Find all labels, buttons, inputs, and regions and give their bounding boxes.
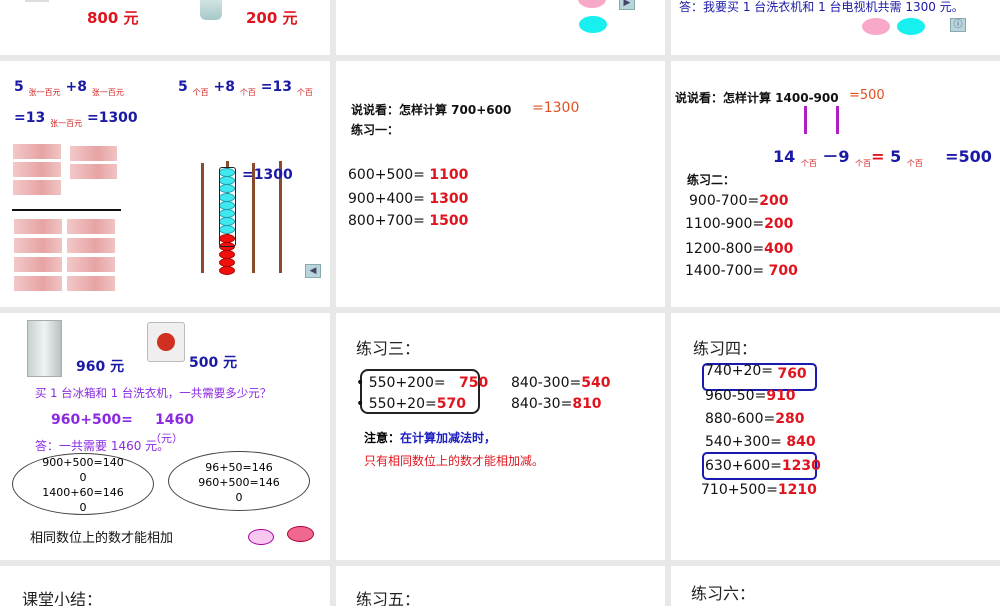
slide-4[interactable]: 5 张一百元 +8 张一百元 =13 张一百元 =1300 5 个百 +8 个百… <box>0 61 330 307</box>
hundreds-equation: 5 个百 +8 个百 =13 个百 <box>178 79 313 97</box>
hundreds-calc: 14 个百 －9 个百= 5 个百 =500 <box>773 147 992 168</box>
slide-title: 练习六： <box>691 584 756 603</box>
light-pink-dot[interactable] <box>248 529 274 545</box>
exercise-item: 960-50=910 <box>705 388 796 404</box>
info-button[interactable]: ⓘ <box>950 18 966 32</box>
fridge-image <box>27 320 62 377</box>
prompt-text: 说说看：怎样计算 1400-900 <box>675 91 839 105</box>
slide-title: 练习五： <box>356 590 421 606</box>
exercise-item: 900+400= 1300 <box>348 191 469 207</box>
price-fridge: 960 元 <box>76 359 125 375</box>
cyan-dot <box>897 18 925 35</box>
exercise-item: 710+500=1210 <box>701 482 817 498</box>
pink-dot[interactable] <box>287 526 314 542</box>
unit-note: （元） <box>150 432 183 445</box>
money-equation-line1: 5 张一百元 +8 张一百元 <box>14 79 124 97</box>
divider-line <box>12 209 121 211</box>
equation: 960+500= <box>51 412 133 428</box>
slide-3[interactable]: 答：我要买 1 台洗衣机和 1 台电视机共需 1300 元。 ⓘ <box>671 0 1000 55</box>
exercise-title: 练习二： <box>687 173 736 187</box>
pink-dot <box>862 18 890 35</box>
exercise-item: 600+500= 1100 <box>348 167 469 183</box>
exercise-item: • 550+200= 750 <box>356 375 489 391</box>
note-rule: 只有相同数位上的数才能相加减。 <box>364 454 545 468</box>
exercise-item: 1200-800=400 <box>685 241 794 257</box>
exercise-item: 1100-900=200 <box>685 216 794 232</box>
exercise-item: 740+20= 760 <box>705 363 807 382</box>
price-washer: 200 元 <box>246 9 298 27</box>
exercise-item: 1400-700= 700 <box>685 263 798 279</box>
rule-text: 相同数位上的数才能相加 <box>30 531 174 546</box>
slide-9[interactable]: 练习四： 740+20= 760 960-50=910 880-600=280 … <box>671 313 1000 560</box>
thought-cloud-left: 900+500=140 0 1400+60=146 0 <box>12 453 154 515</box>
slide-2[interactable]: ▶ <box>336 0 665 55</box>
exercise-title: 练习三： <box>356 339 421 358</box>
pink-dot <box>578 0 606 8</box>
thought-cloud-right: 96+50=146 960+500=146 0 <box>168 451 310 511</box>
equation-result: 1460 <box>155 412 194 428</box>
exercise-item: 840-300=540 <box>511 375 611 391</box>
abacus-result: =1300 <box>242 167 293 183</box>
exercise-item: 880-600=280 <box>705 411 805 427</box>
arrow-down-icon <box>836 106 839 134</box>
slide-5[interactable]: 说说看：怎样计算 700+600 =1300 练习一： 600+500= 110… <box>336 61 665 307</box>
exercise-item: • 550+20=570 <box>356 396 466 412</box>
answer-text: 答：我要买 1 台洗衣机和 1 台电视机共需 1300 元。 <box>679 0 964 14</box>
exercise-item: 840-30=810 <box>511 396 602 412</box>
cyan-dot <box>579 16 607 33</box>
arrow-down-icon <box>804 106 807 134</box>
slide-6[interactable]: 说说看：怎样计算 1400-900 =500 14 个百 －9 个百= 5 个百… <box>671 61 1000 307</box>
price-tv: 800 元 <box>87 9 139 27</box>
bead-highlight-box <box>219 167 236 247</box>
washer-image <box>200 0 222 20</box>
prompt-text: 说说看：怎样计算 700+600 <box>351 103 512 117</box>
exercise-title: 练习一： <box>351 123 400 137</box>
slide-10[interactable]: 课堂小结： <box>0 566 330 606</box>
exercise-item: 540+300= 840 <box>705 434 816 450</box>
money-equation-line2: =13 张一百元 =1300 <box>14 110 138 128</box>
exercise-title: 练习四： <box>693 339 758 358</box>
next-nav-button[interactable]: ▶ <box>619 0 635 10</box>
prompt-answer: =500 <box>849 88 885 103</box>
exercise-item: 900-700=200 <box>689 193 789 209</box>
slide-11[interactable]: 练习五： <box>336 566 665 606</box>
washer-image <box>147 322 185 362</box>
slide-12[interactable]: 练习六： <box>671 566 1000 606</box>
note: 注意：在计算加减法时， <box>364 431 497 445</box>
slide-8[interactable]: 练习三： • 550+200= 750 • 550+20=570 840-300… <box>336 313 665 560</box>
question-text: 买 1 台冰箱和 1 台洗衣机，一共需要多少元？ <box>35 386 272 400</box>
price-washer: 500 元 <box>189 355 238 371</box>
tv-image <box>25 0 49 2</box>
slide-7[interactable]: 960 元 500 元 买 1 台冰箱和 1 台洗衣机，一共需要多少元？ 960… <box>0 313 330 560</box>
exercise-item: 630+600=1230 <box>705 458 821 474</box>
prompt-answer: =1300 <box>532 100 580 116</box>
exercise-item: 800+700= 1500 <box>348 213 469 229</box>
abacus-bead <box>219 266 235 276</box>
slide-1[interactable]: 800 元 200 元 <box>0 0 330 55</box>
back-nav-button[interactable]: ◀ <box>305 264 321 278</box>
slide-title: 课堂小结： <box>22 590 103 606</box>
